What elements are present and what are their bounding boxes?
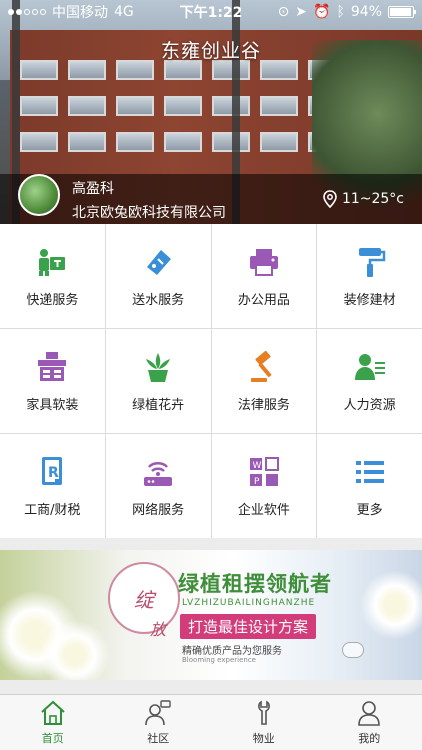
tab-label: 首页	[41, 732, 64, 745]
service-label: 网络服务	[132, 502, 185, 518]
location-pin-icon	[323, 190, 337, 208]
services-grid: 快递服务 送水服务 办公用品 装修建材 家具软装 绿植花卉 法律服务 人力资源 …	[0, 224, 422, 538]
alarm-icon: ⏰	[313, 4, 331, 20]
profile-icon	[358, 701, 381, 726]
avatar[interactable]	[18, 174, 60, 216]
banner-pinyin: LVZHIZUBAILINGHANZHE	[182, 598, 316, 608]
banner-stamp-bottom: 放	[150, 620, 167, 639]
hero-banner: 中国移动 4G 下午1:22 ⊙ ➤ ⏰ ᛒ 94% 东雍创业谷 高盈科 北京欧…	[0, 0, 422, 224]
service-label: 快递服务	[26, 292, 79, 308]
tab-property[interactable]: 物业	[211, 695, 317, 750]
banner-tag: 打造最佳设计方案	[180, 614, 317, 639]
user-info-bar: 高盈科 北京欧兔欧科技有限公司 11~25°c	[0, 174, 422, 224]
service-decoration[interactable]: 装修建材	[317, 224, 422, 328]
tab-community[interactable]: 社区	[106, 695, 212, 750]
service-label: 企业软件	[237, 502, 290, 518]
location-arrow-icon: ➤	[295, 4, 308, 20]
battery-icon	[388, 6, 416, 18]
more-list-icon	[355, 460, 384, 483]
banner-subtitle-en: Blooming experience	[182, 656, 256, 664]
service-label: 家具软装	[26, 397, 79, 413]
service-label: 更多	[356, 502, 383, 518]
hr-icon	[354, 353, 385, 380]
service-label: 工商/财税	[24, 502, 81, 518]
weather-info: 11~25°c	[322, 190, 404, 208]
service-hr[interactable]: 人力资源	[317, 329, 422, 433]
tab-label: 社区	[147, 732, 170, 745]
service-more[interactable]: 更多	[317, 434, 422, 538]
orientation-lock-icon: ⊙	[277, 4, 290, 20]
service-label: 办公用品	[237, 292, 290, 308]
svg-text:W: W	[252, 461, 261, 471]
furniture-icon	[38, 351, 67, 381]
banner-subtitle: 精确优质产品为您服务	[182, 646, 282, 657]
delivery-icon	[39, 248, 66, 276]
flower-decoration	[40, 620, 110, 680]
water-ticket-icon	[147, 249, 172, 275]
wrench-icon	[257, 700, 270, 725]
tax-document-icon: R	[42, 456, 63, 485]
plant-icon	[146, 352, 171, 382]
signal-strength-icon	[8, 9, 46, 15]
carrier-label: 中国移动	[52, 5, 108, 21]
gavel-icon	[250, 350, 272, 382]
tab-bar: 首页 社区 物业 我的	[0, 694, 422, 750]
company-name: 北京欧兔欧科技有限公司	[72, 205, 226, 221]
service-water[interactable]: 送水服务	[105, 224, 211, 328]
router-icon	[144, 461, 173, 486]
service-furniture[interactable]: 家具软装	[0, 329, 105, 433]
svg-text:P: P	[254, 477, 260, 487]
svg-text:R: R	[48, 465, 59, 481]
service-label: 人力资源	[343, 397, 396, 413]
banner-stamp: 绽	[108, 562, 180, 634]
service-legal[interactable]: 法律服务	[211, 329, 317, 433]
tab-label: 物业	[252, 732, 275, 745]
status-bar: 中国移动 4G 下午1:22 ⊙ ➤ ⏰ ᛒ 94%	[0, 0, 422, 24]
home-screen: 中国移动 4G 下午1:22 ⊙ ➤ ⏰ ᛒ 94% 东雍创业谷 高盈科 北京欧…	[0, 0, 422, 750]
service-office-supplies[interactable]: 办公用品	[211, 224, 317, 328]
service-label: 送水服务	[132, 292, 185, 308]
office-software-icon: W P	[249, 456, 279, 487]
service-tax[interactable]: R 工商/财税	[0, 434, 105, 538]
wechat-watermark-icon	[342, 642, 364, 658]
tab-home[interactable]: 首页	[0, 695, 106, 750]
promo-banner[interactable]: 绽 放 绿植租摆领航者 LVZHIZUBAILINGHANZHE 打造最佳设计方…	[0, 550, 422, 680]
temperature-range: 11~25°c	[341, 191, 404, 207]
home-icon	[41, 700, 65, 725]
user-name: 高盈科	[72, 181, 114, 197]
tab-label: 我的	[358, 732, 381, 745]
page-title: 东雍创业谷	[160, 40, 261, 62]
community-icon	[145, 700, 171, 726]
service-software[interactable]: W P 企业软件	[211, 434, 317, 538]
tab-profile[interactable]: 我的	[317, 695, 422, 750]
service-label: 绿植花卉	[132, 397, 185, 413]
service-delivery[interactable]: 快递服务	[0, 224, 105, 328]
battery-percent: 94%	[350, 4, 382, 20]
paint-roller-icon	[358, 247, 385, 277]
network-type: 4G	[114, 4, 134, 20]
printer-icon	[249, 248, 278, 276]
service-network[interactable]: 网络服务	[105, 434, 211, 538]
bluetooth-icon: ᛒ	[336, 4, 345, 20]
flower-decoration	[360, 570, 422, 640]
service-label: 法律服务	[237, 397, 290, 413]
service-plants[interactable]: 绿植花卉	[105, 329, 211, 433]
banner-title: 绿植租摆领航者	[178, 572, 332, 596]
service-label: 装修建材	[343, 292, 396, 308]
